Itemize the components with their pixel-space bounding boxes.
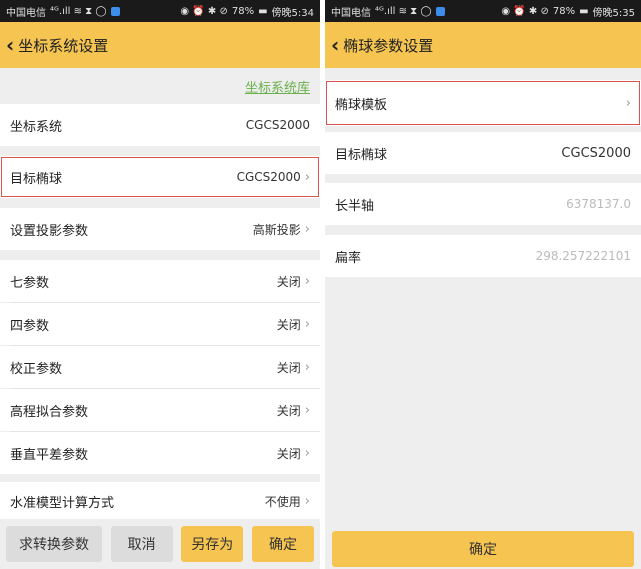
status-icons: ◉ ⏰ ✱ ⊘ [501, 5, 549, 17]
signal-icons: ⁴ᴳ.ıll ≋ ⧗ ◯ [50, 5, 107, 17]
notification-icon [435, 6, 445, 16]
battery-level: 78% [552, 5, 576, 17]
row-target-ellipsoid[interactable]: 目标椭球 CGCS2000 › [0, 156, 320, 198]
chevron-right-icon: › [304, 359, 310, 375]
chevron-right-icon: › [304, 316, 310, 332]
carrier-label: 中国电信 [6, 7, 46, 19]
ok-button[interactable]: 确定 [251, 526, 314, 562]
row-four-params[interactable]: 四参数 关闭 › [0, 303, 320, 345]
row-label: 椭球模板 [335, 97, 388, 113]
row-label: 七参数 [10, 275, 50, 291]
row-value: CGCS2000 [561, 145, 631, 161]
row-value: 不使用 [264, 494, 301, 509]
flattening-input[interactable]: 298.257222101 [536, 249, 631, 263]
row-label: 四参数 [10, 318, 50, 334]
carrier-label: 中国电信 [331, 7, 371, 19]
bottom-toolbar: 求转换参数 取消 另存为 确定 [0, 519, 320, 569]
clock: 傍晚5:34 [271, 7, 314, 19]
status-icons: ◉ ⏰ ✱ ⊘ [180, 5, 228, 17]
row-value: CGCS2000 [236, 170, 301, 184]
chevron-right-icon: › [304, 493, 310, 509]
back-icon[interactable]: ‹ [331, 35, 339, 55]
right-screen: 中国电信 ⁴ᴳ.ıll ≋ ⧗ ◯ ◉ ⏰ ✱ ⊘ 78% ▬ 傍晚5:35 ‹… [325, 0, 641, 569]
row-value: 关闭 [276, 274, 301, 289]
row-label: 扁率 [335, 250, 362, 266]
back-icon[interactable]: ‹ [6, 35, 14, 55]
row-semi-major-axis[interactable]: 长半轴 6378137.0 [325, 183, 641, 225]
row-value: 关闭 [276, 360, 301, 375]
status-bar: 中国电信 ⁴ᴳ.ıll ≋ ⧗ ◯ ◉ ⏰ ✱ ⊘ 78% ▬ 傍晚5:35 [325, 0, 641, 22]
page-title: 坐标系统设置 [18, 36, 109, 55]
semi-major-axis-input[interactable]: 6378137.0 [566, 197, 631, 211]
row-level-model-method[interactable]: 水准模型计算方式 不使用 › [0, 482, 320, 520]
row-label: 高程拟合参数 [10, 404, 89, 420]
chevron-right-icon: › [304, 221, 310, 237]
header: ‹ 椭球参数设置 [325, 22, 641, 68]
row-label: 垂直平差参数 [10, 447, 89, 463]
row-value: 关闭 [276, 446, 301, 461]
row-seven-params[interactable]: 七参数 关闭 › [0, 260, 320, 302]
left-screen: 中国电信 ⁴ᴳ.ıll ≋ ⧗ ◯ ◉ ⏰ ✱ ⊘ 78% ▬ 傍晚5:34 ‹… [0, 0, 320, 569]
row-label: 目标椭球 [10, 171, 63, 187]
chevron-right-icon: › [625, 95, 631, 111]
row-flattening[interactable]: 扁率 298.257222101 [325, 235, 641, 277]
chevron-right-icon: › [304, 445, 310, 461]
row-label: 长半轴 [335, 198, 375, 214]
row-ellipsoid-template[interactable]: 椭球模板 › [325, 80, 641, 126]
chevron-right-icon: › [304, 273, 310, 289]
compute-params-button[interactable]: 求转换参数 [6, 526, 102, 562]
row-value: 关闭 [276, 403, 301, 418]
chevron-right-icon: › [304, 169, 310, 185]
coordinate-library-link[interactable]: 坐标系统库 [245, 77, 310, 96]
row-value: CGCS2000 [245, 118, 310, 132]
cancel-button[interactable]: 取消 [110, 526, 173, 562]
row-vertical-adjust-params[interactable]: 垂直平差参数 关闭 › [0, 432, 320, 474]
row-projection-params[interactable]: 设置投影参数 高斯投影 › [0, 208, 320, 250]
signal-icons: ⁴ᴳ.ıll ≋ ⧗ ◯ [375, 5, 432, 17]
header: ‹ 坐标系统设置 [0, 22, 320, 68]
row-label: 校正参数 [10, 361, 63, 377]
row-label: 坐标系统 [10, 119, 63, 135]
row-value: 关闭 [276, 317, 301, 332]
row-height-fitting-params[interactable]: 高程拟合参数 关闭 › [0, 389, 320, 431]
row-value: 高斯投影 [252, 222, 301, 237]
library-row: 坐标系统库 [0, 70, 320, 102]
status-bar: 中国电信 ⁴ᴳ.ıll ≋ ⧗ ◯ ◉ ⏰ ✱ ⊘ 78% ▬ 傍晚5:34 [0, 0, 320, 22]
row-coordinate-system[interactable]: 坐标系统 CGCS2000 [0, 104, 320, 146]
chevron-right-icon: › [304, 402, 310, 418]
clock: 傍晚5:35 [592, 7, 635, 19]
row-label: 目标椭球 [335, 147, 388, 163]
row-label: 设置投影参数 [10, 223, 89, 239]
battery-icon: ▬ [579, 5, 589, 17]
row-correction-params[interactable]: 校正参数 关闭 › [0, 346, 320, 388]
ok-button[interactable]: 确定 [332, 531, 634, 567]
page-title: 椭球参数设置 [343, 36, 434, 55]
battery-icon: ▬ [258, 5, 268, 17]
battery-level: 78% [231, 5, 255, 17]
row-label: 水准模型计算方式 [10, 495, 115, 511]
row-target-ellipsoid[interactable]: 目标椭球 CGCS2000 [325, 132, 641, 174]
save-as-button[interactable]: 另存为 [181, 526, 244, 562]
notification-icon [110, 6, 120, 16]
